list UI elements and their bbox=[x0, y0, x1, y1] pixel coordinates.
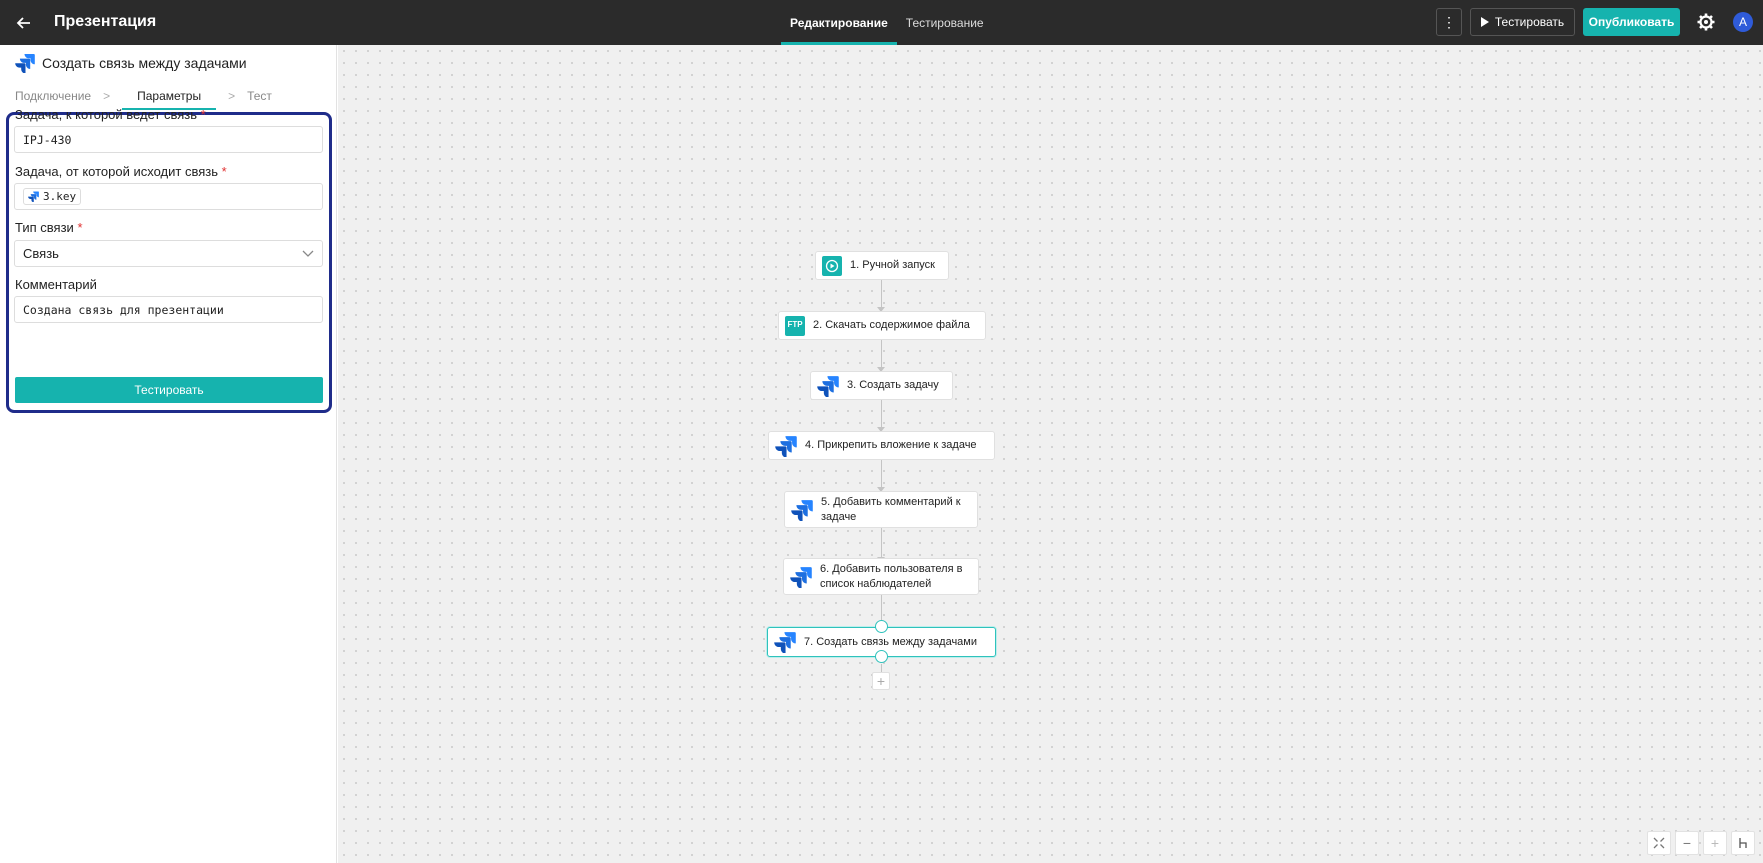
jira-icon bbox=[790, 566, 812, 588]
node-output-handle[interactable] bbox=[875, 650, 888, 663]
target-task-input[interactable]: IPJ-430 bbox=[14, 126, 323, 153]
jira-icon bbox=[28, 191, 39, 202]
top-bar: Презентация Редактирование Тестирование … bbox=[0, 0, 1763, 45]
layout-icon[interactable] bbox=[1731, 831, 1755, 855]
add-step-button[interactable]: + bbox=[872, 672, 890, 690]
jira-icon bbox=[774, 632, 796, 653]
connector bbox=[881, 460, 882, 488]
back-arrow-icon[interactable] bbox=[13, 12, 35, 34]
flow-node-label: 7. Создать связь между задачами bbox=[804, 635, 977, 648]
flow-node-2[interactable]: FTP 2. Скачать содержимое файла bbox=[778, 311, 986, 340]
jira-icon bbox=[775, 435, 797, 457]
source-task-label: Задача, от которой исходит связь * bbox=[15, 164, 227, 179]
publish-button[interactable]: Опубликовать bbox=[1583, 8, 1680, 36]
flow-node-label: 6. Добавить пользователя в список наблюд… bbox=[820, 562, 963, 590]
connector bbox=[881, 340, 882, 368]
connector bbox=[881, 664, 882, 672]
jira-icon bbox=[817, 375, 839, 397]
flow-node-label: 3. Создать задачу bbox=[847, 379, 939, 392]
avatar[interactable]: A bbox=[1733, 12, 1753, 32]
chevron-right-icon: > bbox=[228, 89, 236, 103]
source-task-input[interactable]: 3.key bbox=[14, 183, 323, 210]
jira-icon bbox=[15, 54, 35, 73]
link-type-select[interactable]: Связь bbox=[14, 240, 323, 267]
test-step-button[interactable]: Тестировать bbox=[15, 377, 323, 403]
flow-node-label: 2. Скачать содержимое файла bbox=[813, 319, 970, 332]
variable-chip-label: 3.key bbox=[43, 190, 77, 203]
zoom-in-icon[interactable]: + bbox=[1703, 831, 1727, 855]
step-settings-panel: Создать связь между задачами Подключение… bbox=[0, 45, 337, 863]
flow-node-3[interactable]: 3. Создать задачу bbox=[810, 371, 953, 400]
node-input-handle[interactable] bbox=[875, 620, 888, 633]
link-type-label: Тип связи * bbox=[15, 220, 83, 235]
chevron-down-icon bbox=[302, 250, 314, 257]
flow-node-6[interactable]: 6. Добавить пользователя в список наблюд… bbox=[783, 558, 979, 595]
connector bbox=[881, 400, 882, 428]
fit-view-icon[interactable] bbox=[1647, 831, 1671, 855]
comment-label: Комментарий bbox=[15, 277, 97, 292]
crumb-connection[interactable]: Подключение bbox=[15, 89, 91, 103]
play-icon bbox=[1480, 17, 1489, 27]
step-breadcrumb: Подключение > Параметры > Тест bbox=[15, 83, 272, 110]
flow-node-label: 5. Добавить комментарий к задаче bbox=[821, 495, 961, 523]
jira-icon bbox=[791, 499, 813, 521]
crumb-test[interactable]: Тест bbox=[247, 89, 272, 103]
flow-node-1[interactable]: 1. Ручной запуск bbox=[815, 251, 949, 280]
target-task-label: Задача, к которой ведет связь * bbox=[15, 107, 206, 122]
flow-node-4[interactable]: 4. Прикрепить вложение к задаче bbox=[768, 431, 995, 460]
tab-testing[interactable]: Тестирование bbox=[897, 0, 993, 45]
ftp-icon: FTP bbox=[785, 315, 805, 336]
gear-icon[interactable] bbox=[1696, 12, 1716, 32]
mode-tabs: Редактирование Тестирование bbox=[781, 0, 993, 45]
panel-title: Создать связь между задачами bbox=[42, 55, 247, 71]
flow-node-5[interactable]: 5. Добавить комментарий к задаче bbox=[784, 491, 978, 528]
tab-editing[interactable]: Редактирование bbox=[781, 0, 897, 45]
zoom-controls: − + bbox=[1647, 831, 1755, 855]
flow-node-label: 1. Ручной запуск bbox=[850, 259, 935, 272]
connector bbox=[881, 528, 882, 558]
zoom-out-icon[interactable]: − bbox=[1675, 831, 1699, 855]
variable-chip[interactable]: 3.key bbox=[23, 188, 82, 205]
connector bbox=[881, 280, 882, 308]
flow-canvas[interactable] bbox=[338, 45, 1763, 863]
play-icon bbox=[822, 255, 842, 276]
chevron-right-icon: > bbox=[103, 89, 111, 103]
flow-node-label: 4. Прикрепить вложение к задаче bbox=[805, 439, 977, 452]
test-run-button[interactable]: Тестировать bbox=[1470, 8, 1575, 36]
link-type-value: Связь bbox=[23, 246, 59, 261]
more-menu-button[interactable]: ⋮ bbox=[1436, 8, 1462, 36]
panel-header: Создать связь между задачами bbox=[15, 53, 247, 73]
app-title: Презентация bbox=[54, 13, 157, 30]
comment-input[interactable]: Создана связь для презентации bbox=[14, 296, 323, 323]
test-run-label: Тестировать bbox=[1494, 15, 1565, 29]
